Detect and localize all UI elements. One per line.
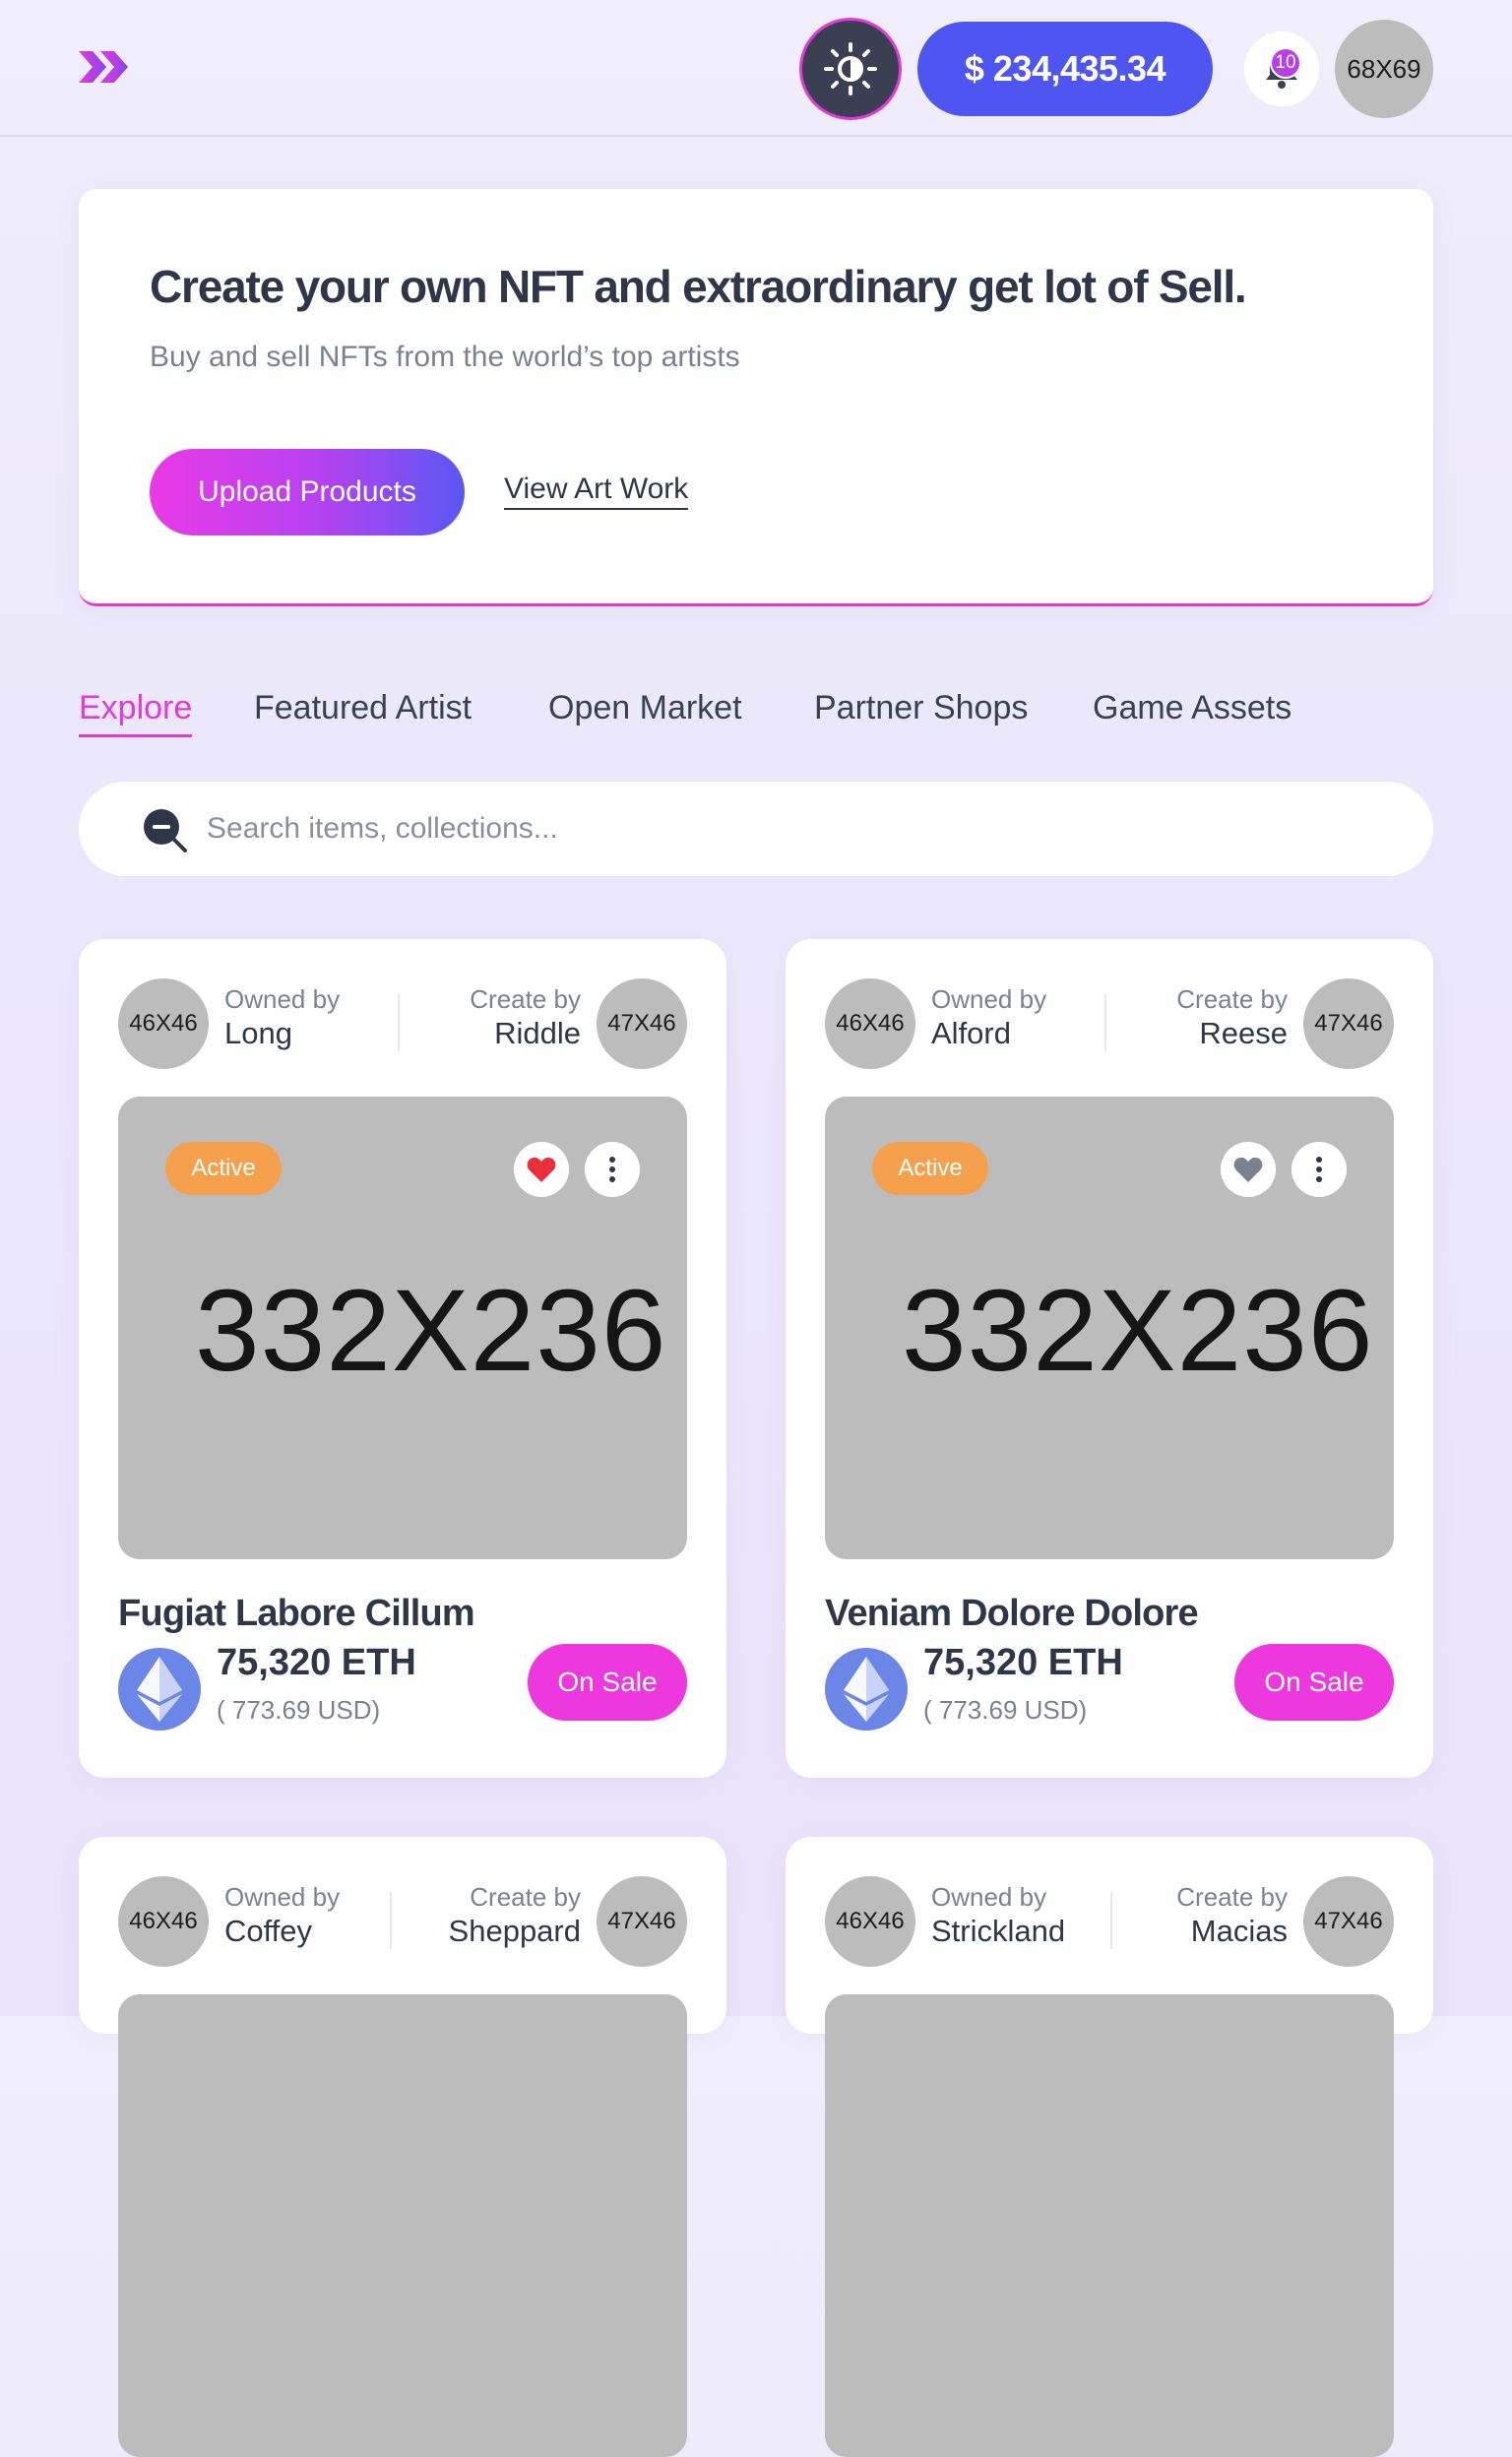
owner-name[interactable]: Strickland <box>931 1914 1065 1949</box>
creator-name[interactable]: Reese <box>1199 1016 1288 1051</box>
creator-avatar[interactable]: 47X46 <box>597 1876 687 1967</box>
search-bar <box>79 782 1433 876</box>
meta-divider <box>1110 1892 1112 1949</box>
nft-card[interactable]: 46X46 Owned by Alford Create by Reese 47… <box>786 939 1433 1778</box>
create-by-label: Create by <box>1176 984 1288 1014</box>
meta-divider <box>398 994 400 1051</box>
nft-title[interactable]: Veniam Dolore Dolore <box>825 1593 1199 1635</box>
view-art-work-link[interactable]: View Art Work <box>504 472 689 510</box>
nft-image[interactable]: 332X236 Active <box>825 1097 1394 1559</box>
create-by-label: Create by <box>470 984 581 1014</box>
status-badge: Active <box>165 1142 282 1195</box>
status-badge: Active <box>872 1142 988 1195</box>
wallet-balance-button[interactable]: $ 234,435.34 <box>917 22 1213 116</box>
theme-toggle-button[interactable] <box>799 18 902 120</box>
nft-card[interactable]: 46X46 Owned by Long Create by Riddle 47X… <box>79 939 726 1778</box>
nft-image[interactable]: 332X236 Active <box>118 1097 687 1559</box>
creator-name[interactable]: Macias <box>1191 1914 1288 1949</box>
owner-avatar[interactable]: 46X46 <box>118 1876 209 1967</box>
tab-featured-artist[interactable]: Featured Artist <box>254 689 472 727</box>
vertical-dots-icon <box>609 1157 615 1182</box>
top-bar: $ 234,435.34 10 68X69 <box>0 0 1512 137</box>
meta-divider <box>1104 994 1106 1051</box>
search-icon <box>144 809 187 852</box>
notification-count-badge: 10 <box>1270 47 1301 79</box>
price-usd: ( 773.69 USD) <box>217 1695 381 1725</box>
ethereum-icon <box>825 1648 908 1731</box>
like-button[interactable] <box>514 1142 569 1197</box>
nft-title[interactable]: Fugiat Labore Cillum <box>118 1593 475 1635</box>
upload-products-button[interactable]: Upload Products <box>150 449 465 536</box>
meta-divider <box>390 1892 392 1949</box>
image-placeholder-label: 332X236 <box>902 1266 1374 1396</box>
ethereum-icon <box>118 1648 201 1731</box>
owner-avatar[interactable]: 46X46 <box>825 1876 915 1967</box>
more-options-button[interactable] <box>1292 1142 1347 1197</box>
nft-image[interactable] <box>825 1994 1394 2457</box>
nft-card[interactable]: 46X46 Owned by Strickland Create by Maci… <box>786 1837 1433 2457</box>
hero-title: Create your own NFT and extraordinary ge… <box>150 261 1247 312</box>
search-input[interactable] <box>207 801 1368 856</box>
owned-by-label: Owned by <box>931 984 1047 1014</box>
nft-image[interactable] <box>118 1994 687 2457</box>
create-by-label: Create by <box>1176 1882 1288 1912</box>
creator-avatar[interactable]: 47X46 <box>1303 978 1394 1069</box>
tab-explore[interactable]: Explore <box>79 689 193 737</box>
price-eth: 75,320 ETH <box>217 1642 416 1683</box>
double-chevron-logo-icon[interactable] <box>77 47 132 87</box>
heart-icon <box>1233 1157 1263 1182</box>
user-avatar[interactable]: 68X69 <box>1335 20 1433 118</box>
nft-card[interactable]: 46X46 Owned by Coffey Create by Sheppard… <box>79 1837 726 2457</box>
on-sale-button[interactable]: On Sale <box>528 1644 687 1721</box>
creator-avatar[interactable]: 47X46 <box>597 978 687 1069</box>
hero-banner: Create your own NFT and extraordinary ge… <box>79 189 1433 606</box>
owner-name[interactable]: Long <box>224 1016 292 1051</box>
owner-avatar[interactable]: 46X46 <box>825 978 915 1069</box>
price-usd: ( 773.69 USD) <box>923 1695 1088 1725</box>
tab-open-market[interactable]: Open Market <box>548 689 742 727</box>
owner-name[interactable]: Coffey <box>224 1914 312 1949</box>
like-button[interactable] <box>1221 1142 1276 1197</box>
sun-half-icon <box>824 42 877 95</box>
creator-name[interactable]: Riddle <box>494 1016 581 1051</box>
notifications-button[interactable]: 10 <box>1244 32 1319 106</box>
create-by-label: Create by <box>470 1882 581 1912</box>
tab-partner-shops[interactable]: Partner Shops <box>814 689 1028 727</box>
heart-filled-icon <box>527 1157 556 1182</box>
creator-avatar[interactable]: 47X46 <box>1303 1876 1394 1967</box>
owner-avatar[interactable]: 46X46 <box>118 978 209 1069</box>
vertical-dots-icon <box>1316 1157 1322 1182</box>
image-placeholder-label: 332X236 <box>195 1266 667 1396</box>
creator-name[interactable]: Sheppard <box>449 1914 581 1949</box>
tab-game-assets[interactable]: Game Assets <box>1093 689 1292 727</box>
price-eth: 75,320 ETH <box>923 1642 1123 1683</box>
on-sale-button[interactable]: On Sale <box>1234 1644 1394 1721</box>
owned-by-label: Owned by <box>224 984 341 1014</box>
hero-subtitle: Buy and sell NFTs from the world’s top a… <box>150 341 740 373</box>
more-options-button[interactable] <box>585 1142 640 1197</box>
owned-by-label: Owned by <box>931 1882 1047 1912</box>
owner-name[interactable]: Alford <box>931 1016 1011 1051</box>
owned-by-label: Owned by <box>224 1882 341 1912</box>
